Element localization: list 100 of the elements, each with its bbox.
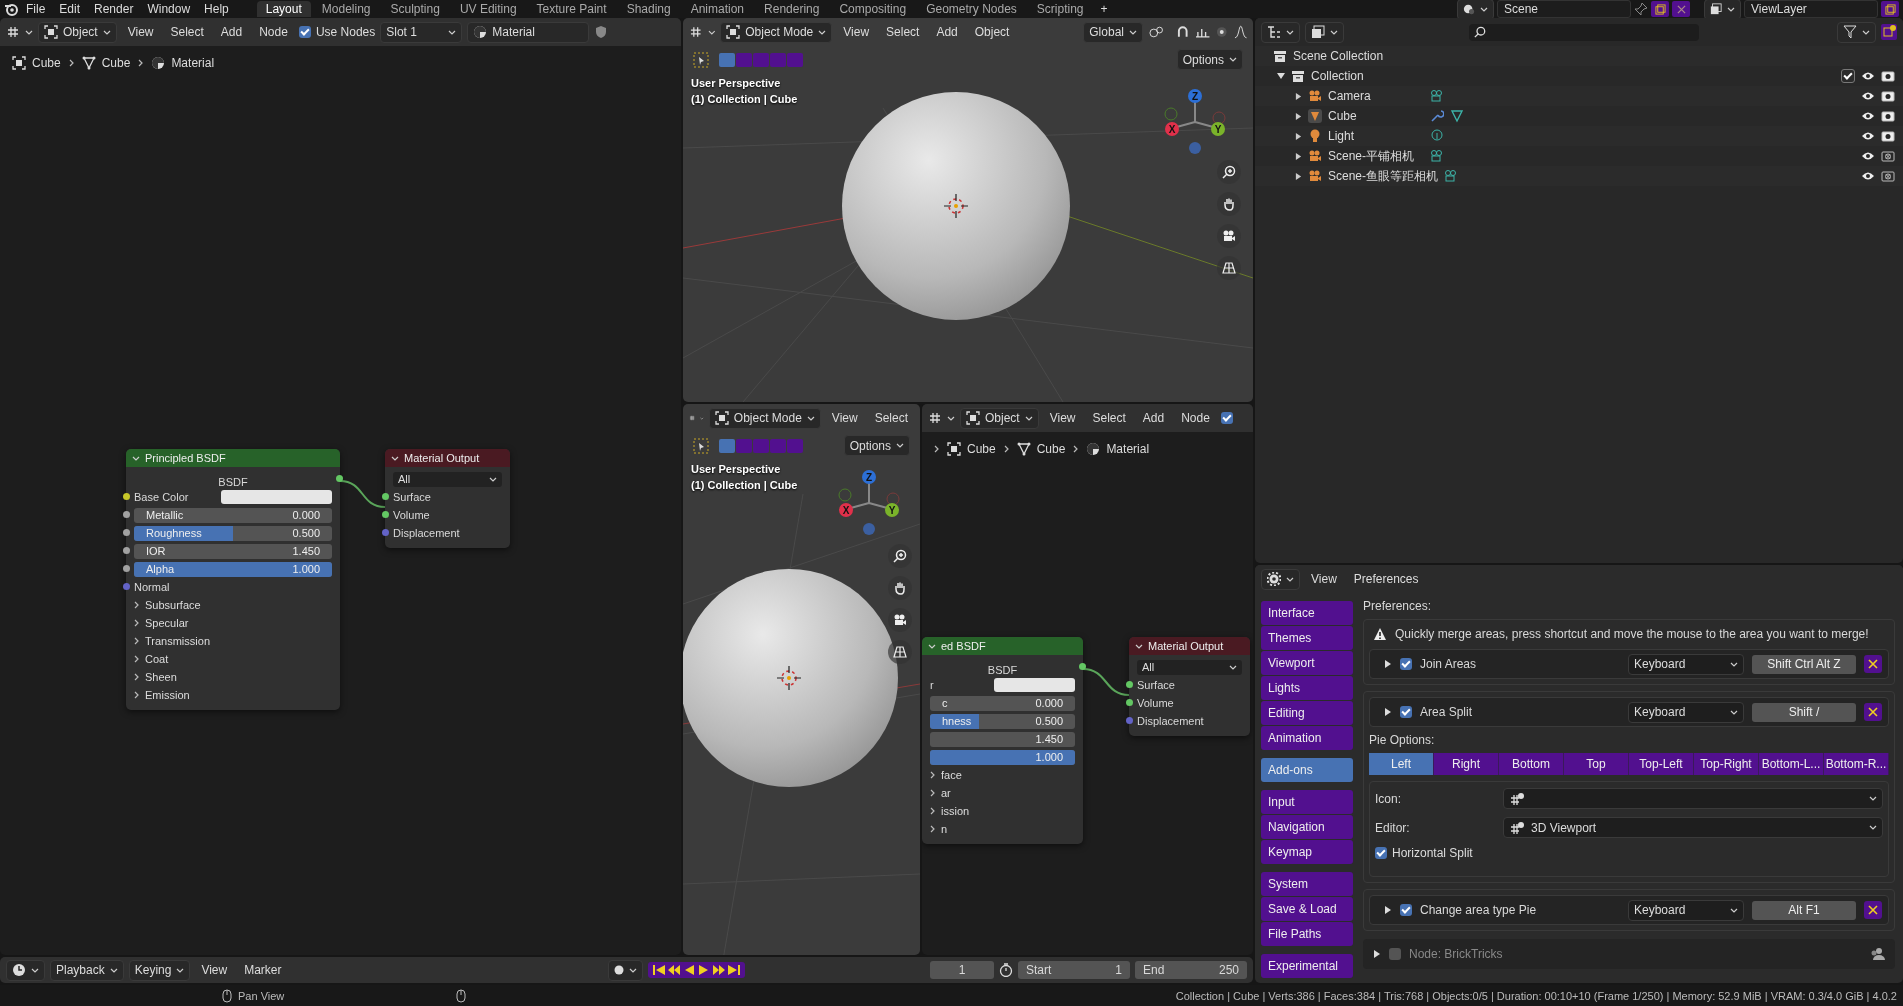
mode-dropdown[interactable]: Object Mode bbox=[708, 407, 821, 429]
end-frame-field[interactable]: End 250 bbox=[1135, 961, 1247, 979]
render-camera-icon[interactable] bbox=[1881, 110, 1895, 122]
preferences-tab[interactable]: Themes bbox=[1261, 626, 1353, 650]
enable-checkbox[interactable] bbox=[1400, 706, 1412, 718]
preferences-tab[interactable]: Editing bbox=[1261, 701, 1353, 725]
pie-direction-tab[interactable]: Left bbox=[1369, 753, 1434, 775]
viewport-editor-icon[interactable] bbox=[689, 25, 703, 39]
shader-node[interactable]: ed BSDF BSDF r c 0.000 hness 0.500 1.450 1.000 face ar ission n bbox=[922, 637, 1083, 844]
number-field[interactable]: IOR 1.450 bbox=[134, 543, 332, 559]
render-camera-icon[interactable] bbox=[1881, 90, 1895, 102]
record-button[interactable] bbox=[607, 959, 643, 981]
negative-axis-handle[interactable] bbox=[1212, 111, 1226, 125]
socket-dot[interactable] bbox=[336, 475, 343, 482]
breadcrumb-label[interactable]: Cube bbox=[1036, 442, 1066, 456]
tree-item-label[interactable]: Cube bbox=[1328, 109, 1424, 123]
preferences-tab[interactable]: Add-ons bbox=[1261, 758, 1353, 782]
menu-item[interactable]: View bbox=[825, 411, 864, 425]
breadcrumb-label[interactable]: Material bbox=[1106, 442, 1150, 456]
eye-icon[interactable] bbox=[1861, 171, 1875, 181]
breadcrumb-label[interactable]: Cube bbox=[32, 56, 61, 70]
slot-dropdown[interactable]: Slot 1 bbox=[380, 21, 463, 43]
menu-item[interactable]: Select bbox=[880, 25, 926, 39]
menu-item[interactable]: Object bbox=[968, 25, 1016, 39]
panel-toggle[interactable]: Sheen bbox=[134, 671, 177, 683]
number-field[interactable]: 1.450 bbox=[930, 731, 1075, 747]
current-frame-field[interactable]: 1 bbox=[930, 961, 994, 979]
addon-checkbox[interactable] bbox=[1389, 948, 1401, 960]
camera-icon[interactable] bbox=[893, 613, 907, 627]
menu-dropdown[interactable]: Keying bbox=[128, 959, 191, 981]
socket-dot[interactable] bbox=[123, 493, 130, 500]
proportional-edit-icon[interactable] bbox=[1215, 25, 1229, 39]
socket-dot[interactable] bbox=[382, 529, 389, 536]
workspace-tab[interactable]: Rendering bbox=[755, 1, 829, 17]
exclude-checkbox[interactable] bbox=[1841, 69, 1855, 83]
input-type-dropdown[interactable]: Keyboard bbox=[1628, 701, 1744, 723]
enable-checkbox[interactable] bbox=[1400, 904, 1412, 916]
navigation-gizmo[interactable]: Z X Y bbox=[833, 467, 905, 539]
expand-triangle-icon[interactable] bbox=[1295, 92, 1302, 100]
remove-button[interactable] bbox=[1864, 901, 1882, 919]
pie-direction-tab[interactable]: Bottom-L... bbox=[1759, 753, 1824, 775]
preferences-tab[interactable]: Viewport bbox=[1261, 651, 1353, 675]
color-swatch[interactable] bbox=[221, 490, 332, 504]
workspace-tab[interactable]: Layout bbox=[256, 1, 311, 17]
breadcrumb-label[interactable]: Cube bbox=[967, 442, 996, 456]
pie-direction-tab[interactable]: Top-Left bbox=[1629, 753, 1694, 775]
menu-item[interactable]: View bbox=[195, 963, 234, 977]
shield-icon[interactable] bbox=[594, 25, 609, 39]
use-nodes-checkbox[interactable] bbox=[1220, 412, 1233, 424]
mode-dropdown[interactable]: Object Mode bbox=[720, 21, 833, 43]
mode-dropdown[interactable]: Object bbox=[38, 21, 117, 43]
search-field[interactable] bbox=[1469, 23, 1699, 41]
expand-triangle-icon[interactable] bbox=[1384, 906, 1392, 914]
eye-icon[interactable] bbox=[1861, 91, 1875, 101]
socket-dot[interactable] bbox=[1079, 663, 1086, 670]
pie-direction-tab[interactable]: Top-Right bbox=[1694, 753, 1759, 775]
socket-dot[interactable] bbox=[123, 547, 130, 554]
tree-item-label[interactable]: Collection bbox=[1311, 69, 1364, 83]
workspace-tab[interactable]: Shading bbox=[617, 1, 680, 17]
enable-checkbox[interactable] bbox=[1400, 658, 1412, 670]
shortcut-button[interactable]: Shift Ctrl Alt Z bbox=[1752, 654, 1856, 674]
menu-item[interactable]: File bbox=[20, 2, 52, 16]
menu-item[interactable]: Select bbox=[164, 25, 210, 39]
menu-item[interactable]: Select bbox=[1086, 411, 1132, 425]
next-keyframe-icon[interactable] bbox=[711, 964, 726, 976]
grid-icon[interactable] bbox=[893, 645, 907, 659]
output-node[interactable]: Material Output All Surface Volume Displacement bbox=[1129, 637, 1250, 736]
menu-item[interactable]: View bbox=[1043, 411, 1082, 425]
render-camera-icon[interactable] bbox=[1881, 70, 1895, 82]
negative-axis-handle[interactable] bbox=[838, 488, 852, 502]
select-box-tool-icon[interactable] bbox=[693, 437, 709, 454]
preferences-tab[interactable]: Keymap bbox=[1261, 840, 1353, 864]
workspace-tab[interactable]: Texture Paint bbox=[527, 1, 616, 17]
scene-name-field[interactable]: Scene bbox=[1497, 0, 1631, 18]
socket-dot[interactable] bbox=[123, 583, 130, 590]
magnet-icon[interactable] bbox=[1176, 25, 1190, 39]
negative-axis-handle[interactable] bbox=[863, 523, 875, 535]
tree-item-label[interactable]: Scene-鱼眼等距相机 bbox=[1328, 167, 1439, 185]
panel-toggle[interactable]: Emission bbox=[134, 689, 190, 701]
socket-dot[interactable] bbox=[123, 529, 130, 536]
filter-dropdown[interactable] bbox=[1837, 21, 1876, 43]
horizontal-split-checkbox[interactable]: Horizontal Split bbox=[1375, 846, 1883, 860]
shortcut-button[interactable]: Alt F1 bbox=[1752, 900, 1856, 920]
tree-item-label[interactable]: Camera bbox=[1328, 89, 1424, 103]
light-data-icon[interactable] bbox=[1430, 129, 1444, 143]
navigation-gizmo[interactable]: Z X Y bbox=[1159, 86, 1231, 158]
value-slider[interactable]: c 0.000 bbox=[930, 695, 1075, 711]
menu-item[interactable]: Add bbox=[930, 25, 964, 39]
preferences-tab[interactable]: Lights bbox=[1261, 676, 1353, 700]
filter-mode-dropdown[interactable] bbox=[1305, 21, 1344, 43]
expand-triangle-icon[interactable] bbox=[1295, 152, 1302, 160]
camera-data-icon[interactable] bbox=[1430, 149, 1444, 163]
menu-item[interactable]: Render bbox=[88, 2, 140, 16]
value-slider[interactable]: Metallic 0.000 bbox=[134, 507, 332, 523]
expand-triangle-icon[interactable] bbox=[1295, 172, 1302, 180]
socket-dot[interactable] bbox=[1126, 699, 1133, 706]
falloff-curve-icon[interactable] bbox=[1233, 25, 1247, 39]
preferences-tab[interactable]: Save & Load bbox=[1261, 897, 1353, 921]
panel-toggle[interactable]: Subsurface bbox=[134, 599, 201, 611]
workspace-tab[interactable]: Compositing bbox=[830, 1, 916, 17]
